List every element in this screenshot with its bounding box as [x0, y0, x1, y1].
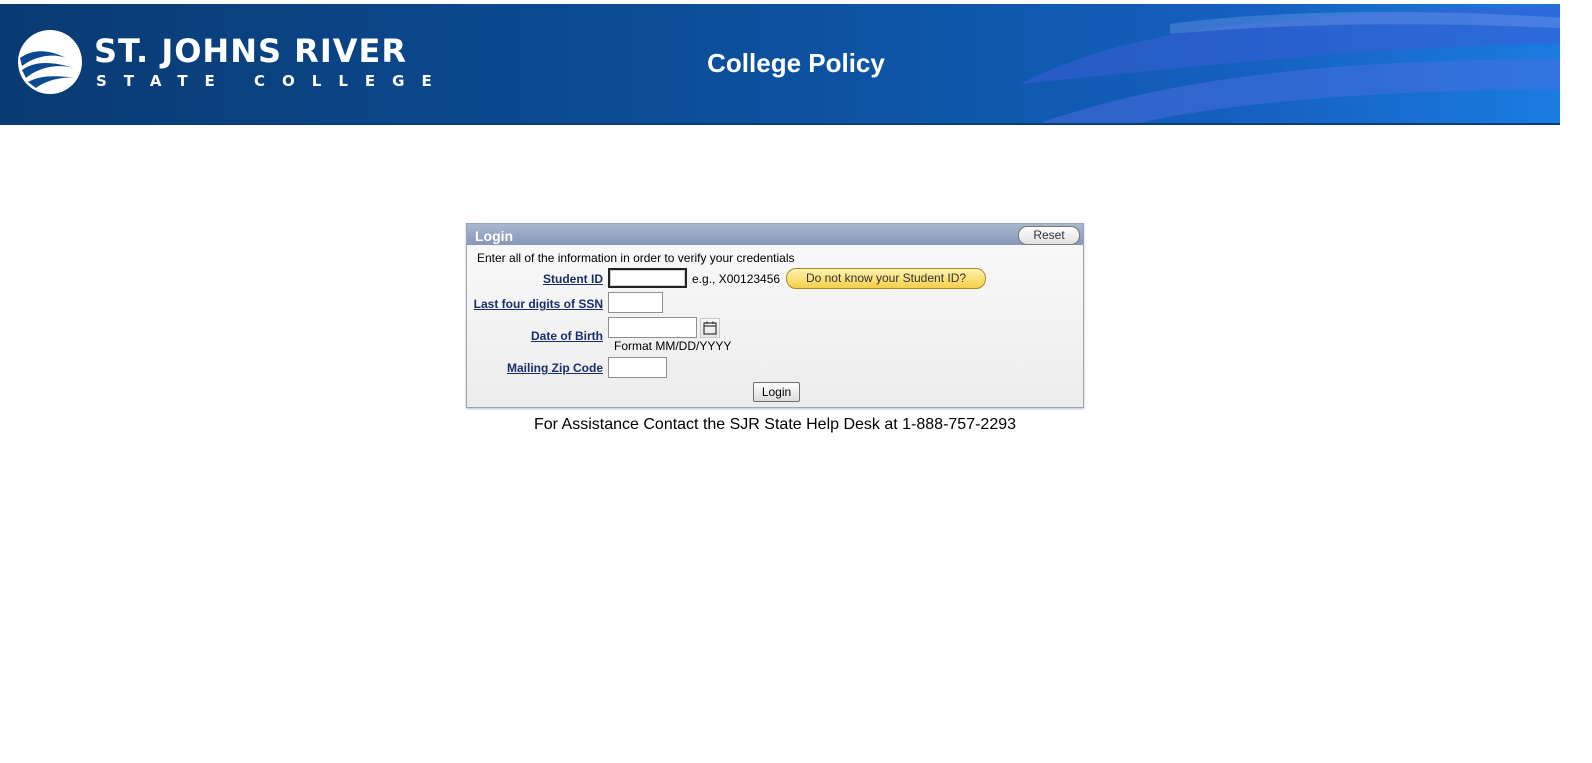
- help-desk-contact: For Assistance Contact the SJR State Hel…: [533, 416, 1017, 433]
- login-panel: Login Reset Enter all of the information…: [466, 223, 1084, 408]
- login-panel-titlebar: Login Reset: [467, 224, 1083, 245]
- site-header: ST. JOHNS RIVER STATE COLLEGE College Po…: [0, 4, 1560, 125]
- student-id-input[interactable]: [608, 268, 687, 288]
- dob-format-hint: Format MM/DD/YYYY: [614, 339, 732, 353]
- zip-label[interactable]: Mailing Zip Code: [507, 361, 603, 375]
- student-id-label[interactable]: Student ID: [543, 272, 603, 286]
- dob-label[interactable]: Date of Birth: [531, 329, 603, 343]
- reset-button[interactable]: Reset: [1018, 226, 1080, 245]
- ssn-label[interactable]: Last four digits of SSN: [474, 297, 603, 311]
- dob-input[interactable]: [608, 317, 697, 338]
- find-student-id-button[interactable]: Do not know your Student ID?: [786, 268, 986, 289]
- login-panel-title: Login: [475, 228, 514, 244]
- login-instructions: Enter all of the information in order to…: [477, 251, 795, 265]
- student-id-example: e.g., X00123456: [692, 272, 781, 286]
- page-title: College Policy: [707, 48, 885, 78]
- ssn-input[interactable]: [608, 292, 663, 313]
- calendar-icon: [703, 321, 717, 335]
- zip-input[interactable]: [608, 357, 667, 378]
- login-button[interactable]: Login: [753, 382, 800, 402]
- calendar-button[interactable]: [700, 318, 720, 338]
